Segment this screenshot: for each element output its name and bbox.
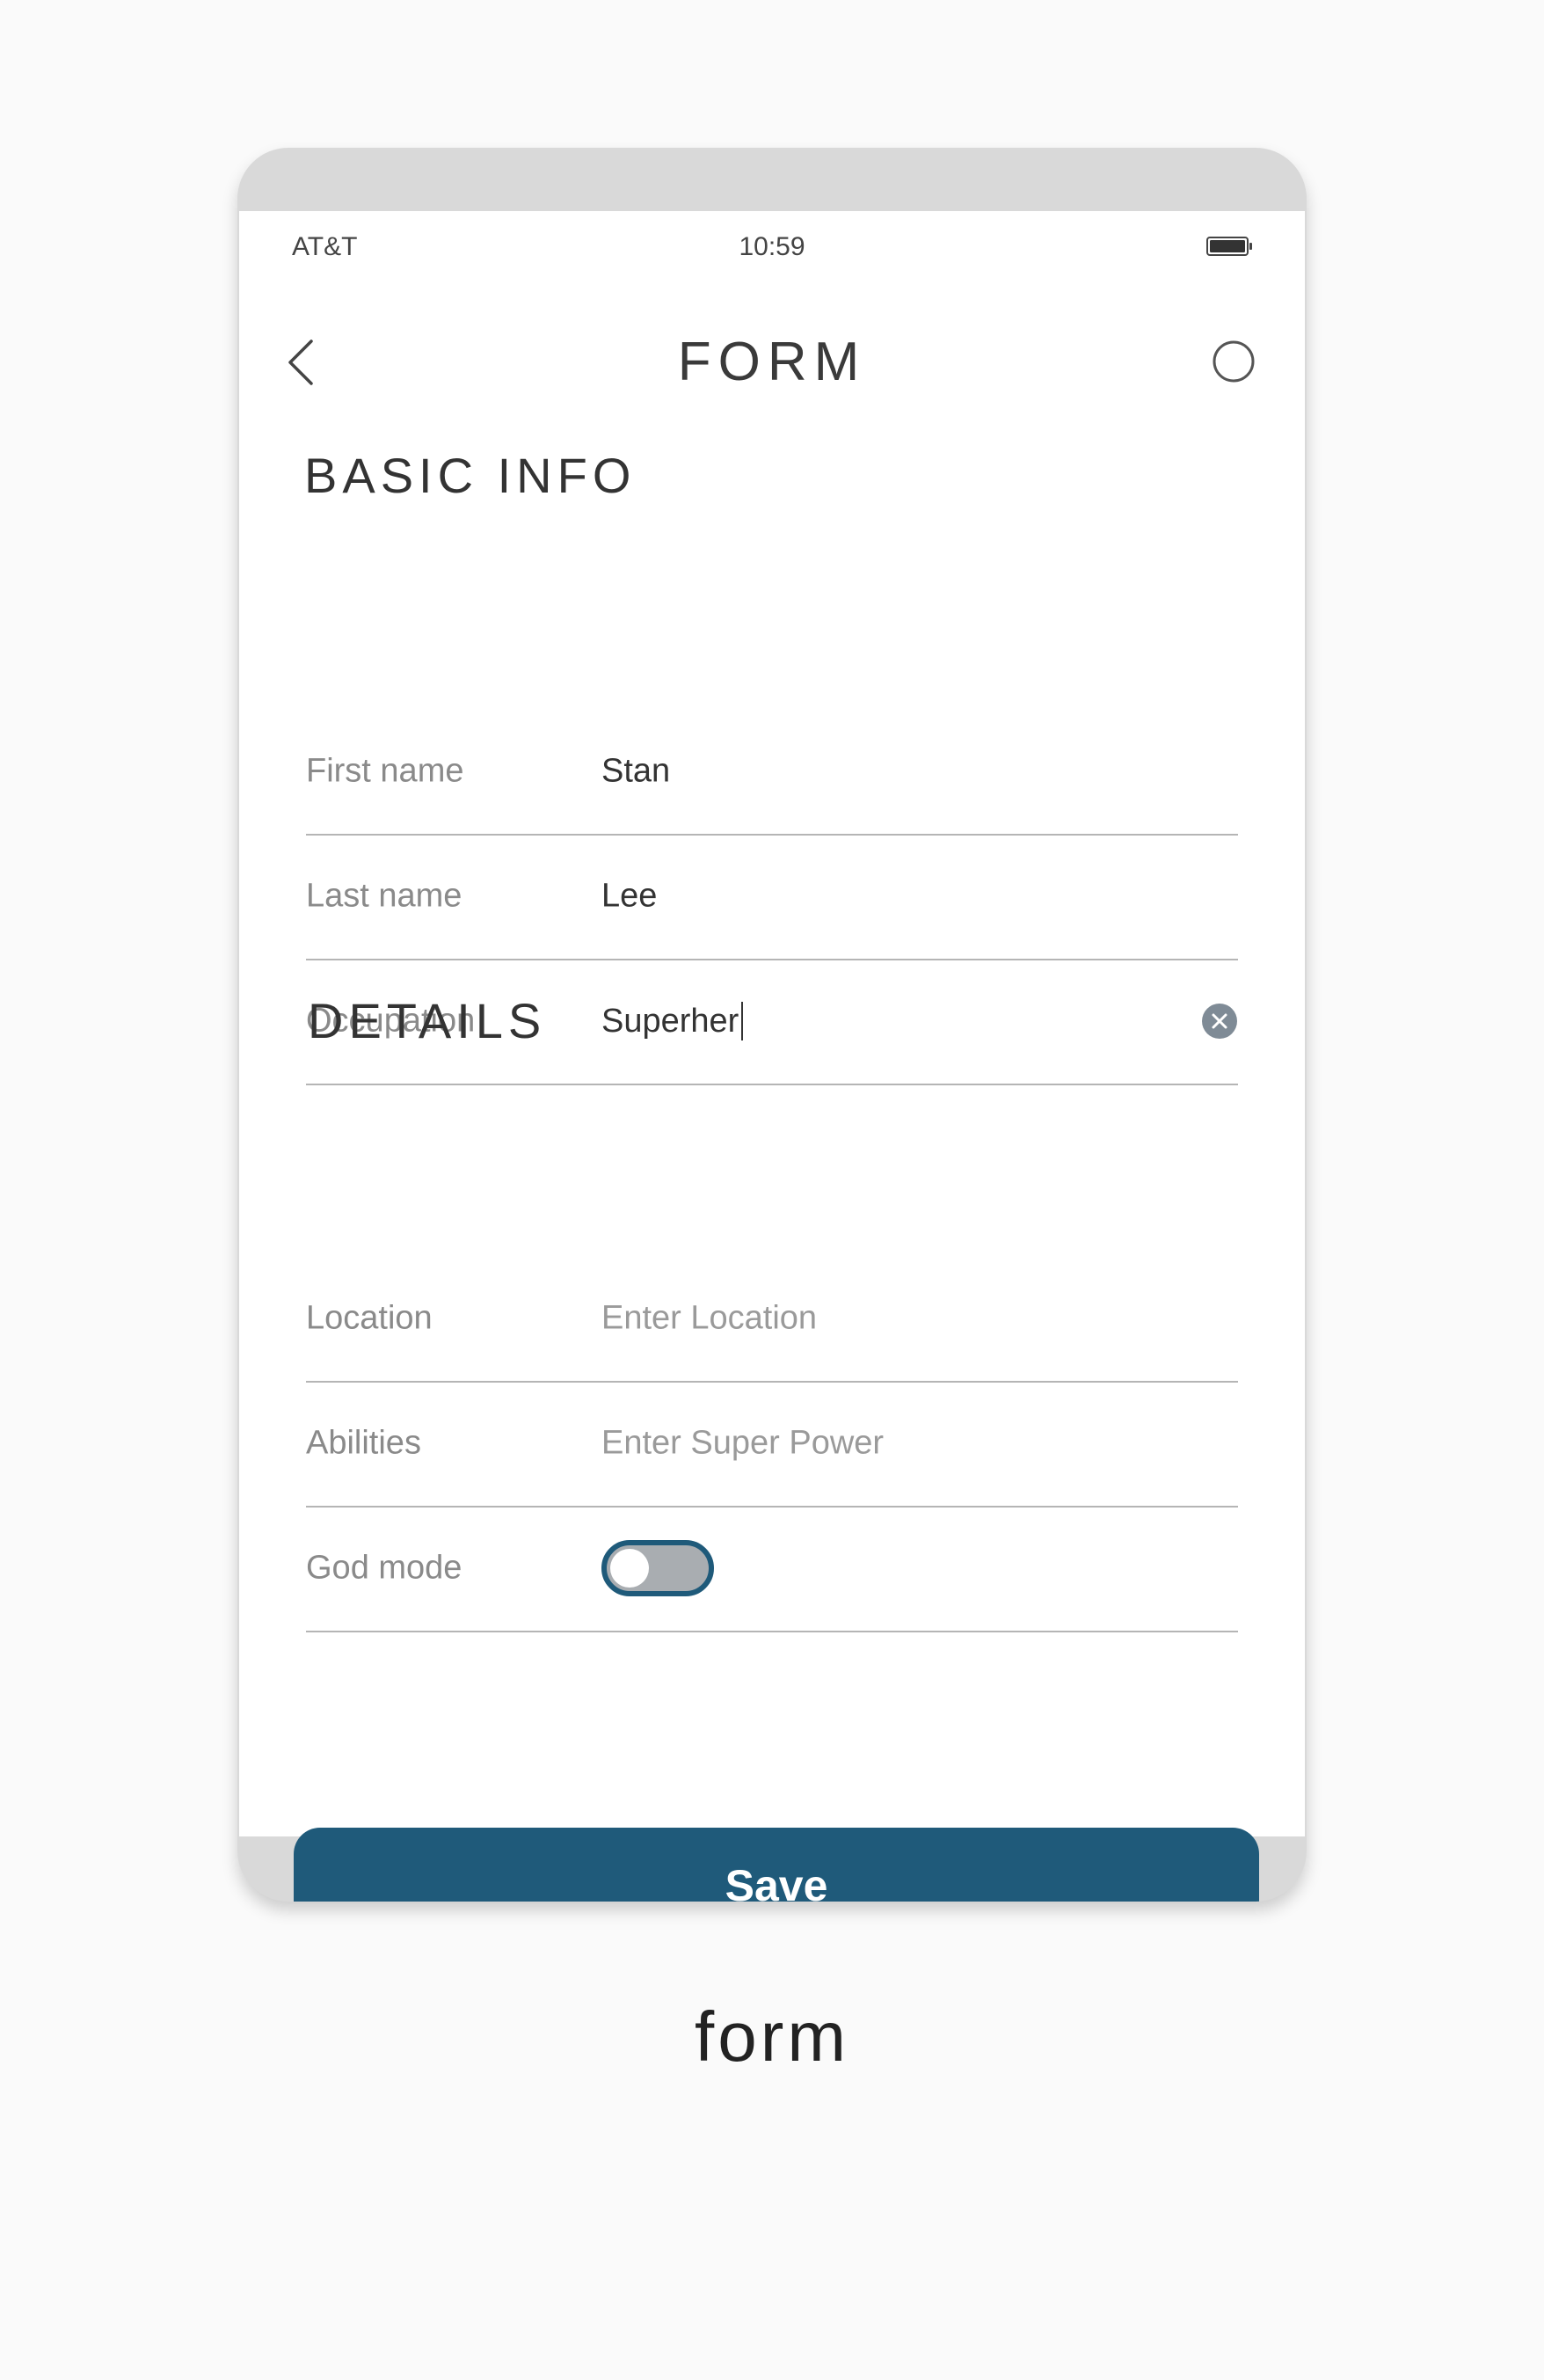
abilities-row: Abilities (306, 1381, 1238, 1508)
first-name-label: First name (306, 752, 464, 790)
section-title-basic-info: BASIC INFO (304, 448, 637, 503)
location-row: Location (306, 1256, 1238, 1383)
last-name-label: Last name (306, 877, 462, 915)
last-name-field[interactable]: Lee (601, 878, 657, 916)
nav-bar: FORM (239, 299, 1305, 413)
occupation-value: Superher (601, 1002, 739, 1040)
section-title-details: DETAILS (308, 993, 547, 1048)
battery-icon (1206, 236, 1254, 257)
occupation-field[interactable]: Superher (601, 1002, 744, 1040)
god-mode-row: God mode (306, 1506, 1238, 1632)
phone-screen: AT&T 10:59 FORM BASIC INFO First name St… (239, 211, 1305, 1902)
location-input[interactable] (601, 1299, 1199, 1338)
text-caret (741, 1002, 744, 1040)
screen-caption: form (695, 1997, 849, 2076)
abilities-label: Abilities (306, 1424, 421, 1462)
circle-icon[interactable] (1212, 339, 1256, 383)
abilities-input[interactable] (601, 1424, 1199, 1463)
god-mode-toggle[interactable] (601, 1540, 714, 1596)
first-name-row: First name Stan (306, 709, 1238, 836)
last-name-row: Last name Lee (306, 834, 1238, 960)
clear-icon[interactable] (1201, 1003, 1238, 1040)
location-label: Location (306, 1299, 433, 1337)
first-name-field[interactable]: Stan (601, 753, 670, 791)
device-frame: AT&T 10:59 FORM BASIC INFO First name St… (237, 148, 1307, 1902)
status-time: 10:59 (739, 232, 805, 261)
status-bar: AT&T 10:59 (239, 211, 1305, 299)
god-mode-label: God mode (306, 1549, 462, 1587)
toggle-knob (610, 1549, 649, 1588)
page-title: FORM (677, 332, 867, 392)
save-button[interactable]: Save (294, 1828, 1259, 1902)
